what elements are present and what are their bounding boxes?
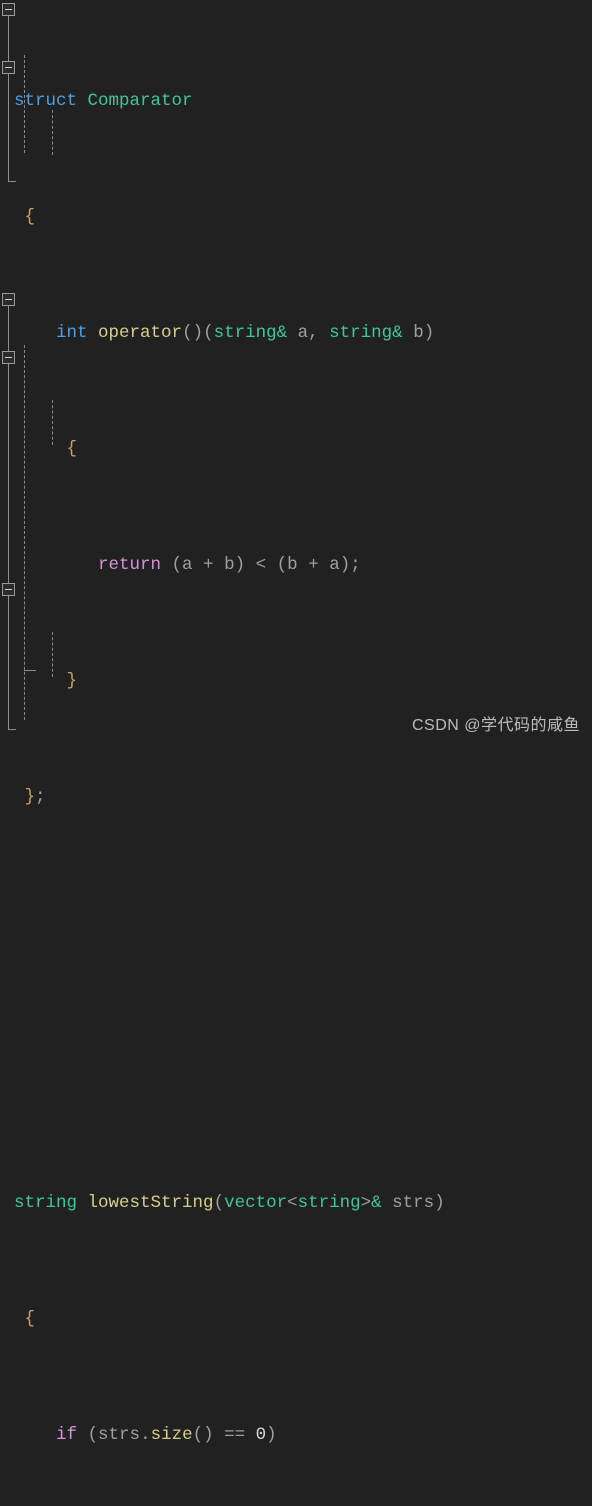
token-function-size: size bbox=[150, 1425, 193, 1445]
token-param-a: a bbox=[297, 323, 309, 343]
token-parens: ()( bbox=[182, 323, 214, 343]
token-keyword-if: if bbox=[56, 1425, 78, 1445]
token-var-b2: b bbox=[287, 555, 298, 575]
token-type-vector: vector bbox=[224, 1193, 288, 1213]
token-keyword-int: int bbox=[56, 323, 88, 343]
token-semicolon: ; bbox=[35, 787, 46, 807]
code-line[interactable]: int operator()(string& a, string& b) bbox=[0, 319, 592, 348]
code-line-blank[interactable] bbox=[0, 899, 592, 928]
token-close-paren: ) bbox=[423, 323, 435, 343]
token-less-than: < bbox=[255, 555, 267, 575]
token-open-paren: ( bbox=[213, 1193, 225, 1213]
token-close-paren: ) bbox=[266, 1425, 277, 1445]
code-line[interactable]: { bbox=[0, 1305, 592, 1334]
token-type-string-return: string bbox=[14, 1193, 78, 1213]
token-plus2: + bbox=[308, 555, 319, 575]
token-dot: . bbox=[140, 1425, 151, 1445]
token-close-paren: ) bbox=[434, 1193, 445, 1213]
code-line[interactable]: }; bbox=[0, 783, 592, 812]
token-equality: == bbox=[224, 1425, 246, 1445]
token-open-brace: { bbox=[14, 207, 36, 227]
token-open-brace: { bbox=[14, 439, 78, 459]
token-close-brace-struct: } bbox=[14, 787, 36, 807]
csdn-watermark: CSDN @学代码的咸鱼 bbox=[411, 717, 580, 734]
code-line[interactable]: { bbox=[0, 203, 592, 232]
token-var-a: a bbox=[182, 555, 193, 575]
token-angle-close: > bbox=[360, 1193, 372, 1213]
token-type-string-inner: string bbox=[297, 1193, 361, 1213]
code-line[interactable]: { bbox=[0, 435, 592, 464]
token-type-string-a: string bbox=[213, 323, 277, 343]
token-operator-plus bbox=[193, 555, 204, 575]
token-close-brace: } bbox=[14, 671, 78, 691]
token-ampersand: & bbox=[371, 1193, 382, 1213]
token-function-lowest-string: lowestString bbox=[87, 1193, 214, 1213]
token-type-string-b: string bbox=[329, 323, 393, 343]
code-line-blank[interactable] bbox=[0, 1073, 592, 1102]
token-param-b: b bbox=[413, 323, 424, 343]
token-angle-open: < bbox=[287, 1193, 298, 1213]
token-semicolon: ); bbox=[339, 555, 361, 575]
token-ampersand-a: & bbox=[276, 323, 288, 343]
token-type-comparator: Comparator bbox=[87, 91, 193, 111]
token-parens: () bbox=[192, 1425, 225, 1445]
code-line[interactable]: if (strs.size() == 0) bbox=[0, 1421, 592, 1450]
token-keyword-struct: struct bbox=[14, 91, 78, 111]
token-keyword-return: return bbox=[98, 555, 162, 575]
token-plus: + bbox=[203, 555, 214, 575]
token-open-paren: ( bbox=[161, 555, 183, 575]
code-editor[interactable]: struct Comparator { int operator()(strin… bbox=[0, 0, 592, 1445]
token-var-b: b bbox=[224, 555, 235, 575]
token-comma: , bbox=[308, 323, 330, 343]
token-function-operator: operator bbox=[98, 323, 183, 343]
token-open-paren2: ( bbox=[266, 555, 288, 575]
token-ampersand-b: & bbox=[392, 323, 403, 343]
code-content[interactable]: struct Comparator { int operator()(strin… bbox=[0, 0, 592, 1506]
code-line[interactable]: struct Comparator bbox=[0, 87, 592, 116]
token-open-paren: ( bbox=[77, 1425, 99, 1445]
token-var-a2: a bbox=[329, 555, 340, 575]
code-line[interactable]: } bbox=[0, 667, 592, 696]
token-open-brace: { bbox=[14, 1309, 36, 1329]
token-param-strs: strs bbox=[392, 1193, 435, 1213]
code-line[interactable]: return (a + b) < (b + a); bbox=[0, 551, 592, 580]
code-line-blank[interactable] bbox=[0, 986, 592, 1015]
token-number-zero: 0 bbox=[255, 1425, 267, 1445]
token-close-paren: ) bbox=[234, 555, 256, 575]
code-line[interactable]: string lowestString(vector<string>& strs… bbox=[0, 1189, 592, 1218]
token-var-strs: strs bbox=[98, 1425, 141, 1445]
